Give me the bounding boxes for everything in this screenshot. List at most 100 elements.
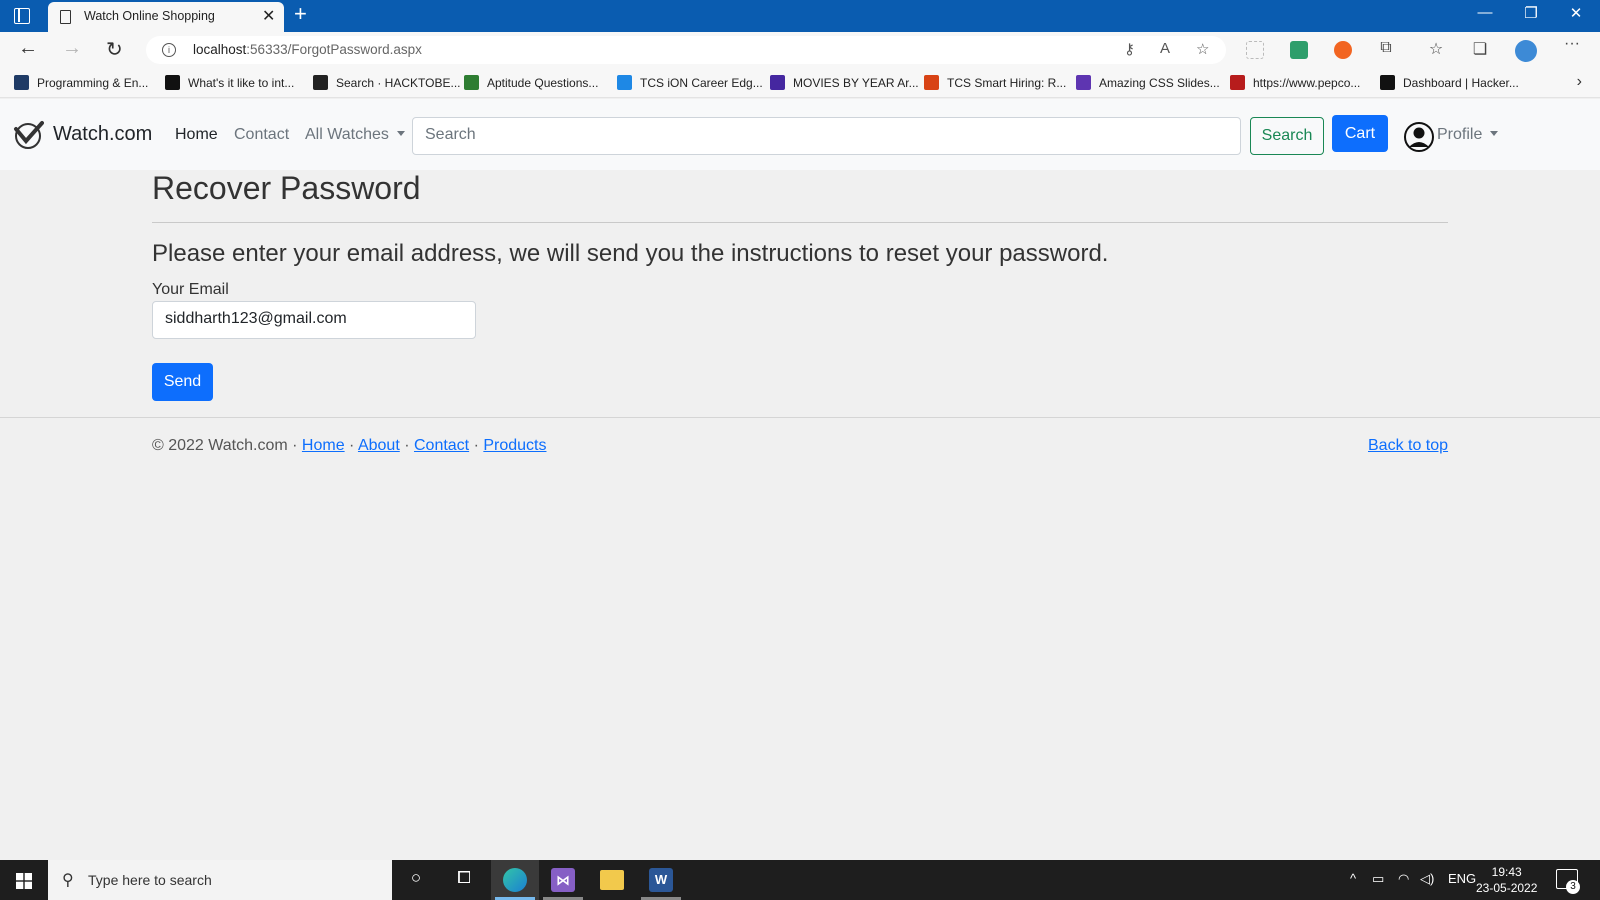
footer-contact-link[interactable]: Contact — [414, 437, 469, 454]
clock[interactable]: 19:43 23-05-2022 — [1476, 864, 1537, 896]
divider — [152, 222, 1448, 223]
extensions-icon[interactable]: ⧉ — [1374, 39, 1398, 57]
orange-extension-icon[interactable] — [1334, 41, 1352, 59]
forward-icon[interactable]: → — [62, 37, 82, 60]
bookmark-item[interactable]: What's it like to int... — [165, 75, 294, 90]
footer-divider — [0, 417, 1600, 418]
file-explorer-icon[interactable] — [600, 870, 624, 890]
visual-studio-icon[interactable]: ⋈ — [551, 868, 575, 892]
bookmark-programming-icon — [14, 75, 29, 90]
tab-title: Watch Online Shopping — [84, 9, 215, 23]
footer: © 2022 Watch.com · Home · About · Contac… — [152, 437, 547, 454]
extension-icon[interactable] — [1246, 41, 1264, 59]
browser-tab[interactable]: Watch Online Shopping ✕ — [48, 2, 284, 32]
bookmark-item[interactable]: Programming & En... — [14, 75, 148, 90]
bookmarks-bar: Programming & En... What's it like to int… — [0, 68, 1600, 98]
sheets-extension-icon[interactable] — [1290, 41, 1308, 59]
back-icon[interactable]: ← — [18, 37, 38, 60]
refresh-icon[interactable]: ↻ — [106, 37, 123, 62]
bookmark-label: What's it like to int... — [188, 75, 295, 90]
bookmark-item[interactable]: TCS iON Career Edg... — [617, 75, 763, 90]
back-to-top-link[interactable]: Back to top — [1368, 437, 1448, 455]
show-hidden-icons-icon[interactable]: ^ — [1350, 871, 1356, 886]
bookmark-item[interactable]: https://www.pepco... — [1230, 75, 1360, 90]
bookmark-label: TCS Smart Hiring: R... — [947, 75, 1067, 90]
email-label: Your Email — [152, 281, 229, 298]
medium-icon — [770, 75, 785, 90]
collections-icon[interactable]: ❏ — [1468, 39, 1492, 59]
edge-icon — [503, 868, 527, 892]
address-bar[interactable]: i localhost:56333/ForgotPassword.aspx ⚷ … — [146, 36, 1226, 64]
restore-icon[interactable]: ❐ — [1511, 4, 1551, 22]
tcs-ion-icon — [617, 75, 632, 90]
tab-actions-icon[interactable] — [14, 8, 30, 24]
user-profile-icon[interactable] — [1403, 121, 1435, 153]
chevron-down-icon — [1490, 131, 1499, 136]
wifi-icon[interactable]: ◠ — [1398, 871, 1409, 887]
bookmark-item[interactable]: TCS Smart Hiring: R... — [924, 75, 1066, 90]
page-icon — [60, 10, 71, 24]
codepen-icon — [1076, 75, 1091, 90]
hackerrank-icon — [1380, 75, 1395, 90]
task-view-icon[interactable]: ⧠ — [452, 868, 476, 892]
page-title: Recover Password — [152, 170, 421, 206]
bookmark-label: Dashboard | Hacker... — [1403, 75, 1519, 90]
bookmark-item[interactable]: Dashboard | Hacker... — [1380, 75, 1519, 90]
battery-icon[interactable]: ▭ — [1372, 871, 1384, 887]
new-tab-icon[interactable]: + — [294, 1, 307, 27]
cortana-icon[interactable]: ○ — [404, 868, 428, 892]
clock-date: 23-05-2022 — [1476, 881, 1538, 895]
minimize-icon[interactable]: — — [1465, 4, 1505, 21]
cart-button[interactable]: Cart — [1332, 115, 1388, 152]
search-button[interactable]: Search — [1250, 117, 1324, 155]
key-icon[interactable]: ⚷ — [1124, 40, 1135, 58]
url-text[interactable]: localhost:56333/ForgotPassword.aspx — [193, 42, 422, 57]
brand-name[interactable]: Watch.com — [53, 123, 152, 146]
nav-all-watches-dropdown[interactable]: All Watches — [305, 126, 405, 144]
bookmark-label: TCS iON Career Edg... — [640, 75, 763, 90]
nav-home-link[interactable]: Home — [175, 126, 218, 144]
aptitude-icon — [464, 75, 479, 90]
read-aloud-icon[interactable]: A — [1160, 40, 1170, 57]
tcs-icon — [924, 75, 939, 90]
more-bookmarks-icon[interactable]: › — [1577, 73, 1582, 91]
close-tab-icon[interactable]: ✕ — [262, 6, 275, 26]
profile-dropdown[interactable]: Profile — [1437, 126, 1499, 144]
close-window-icon[interactable]: ✕ — [1556, 4, 1596, 22]
taskbar-search[interactable]: ⚲ Type here to search — [48, 860, 392, 900]
volume-icon[interactable]: ◁) — [1420, 871, 1434, 887]
bookmark-item[interactable]: Search · HACKTOBE... — [313, 75, 460, 90]
amazon-icon — [165, 75, 180, 90]
search-icon: ⚲ — [62, 872, 74, 889]
bookmark-item[interactable]: Amazing CSS Slides... — [1076, 75, 1220, 90]
notification-count: 3 — [1566, 880, 1580, 894]
footer-products-link[interactable]: Products — [483, 437, 546, 454]
favorites-icon[interactable]: ☆ — [1424, 39, 1448, 59]
language-indicator[interactable]: ENG — [1448, 871, 1476, 886]
bookmark-label: Search · HACKTOBE... — [336, 75, 461, 90]
search-input[interactable]: Search — [412, 117, 1241, 155]
bookmark-label: https://www.pepco... — [1253, 75, 1361, 90]
profile-avatar-icon[interactable] — [1515, 40, 1537, 62]
windows-start-icon[interactable] — [16, 873, 32, 889]
taskbar-search-placeholder: Type here to search — [88, 872, 212, 888]
add-favorite-icon[interactable]: ☆ — [1196, 40, 1209, 58]
browser-title-bar: Watch Online Shopping ✕ + — ❐ ✕ — [0, 0, 1600, 32]
footer-home-link[interactable]: Home — [302, 437, 345, 454]
send-button[interactable]: Send — [152, 363, 213, 401]
nav-contact-link[interactable]: Contact — [234, 126, 289, 144]
browser-toolbar: ← → ↻ i localhost:56333/ForgotPassword.a… — [0, 32, 1600, 68]
bookmark-item[interactable]: Aptitude Questions... — [464, 75, 598, 90]
copyright-text: © 2022 Watch.com — [152, 437, 288, 454]
bookmark-item[interactable]: MOVIES BY YEAR Ar... — [770, 75, 919, 90]
bookmark-label: MOVIES BY YEAR Ar... — [793, 75, 919, 90]
email-field[interactable]: siddharth123@gmail.com — [152, 301, 476, 339]
footer-about-link[interactable]: About — [358, 437, 400, 454]
more-options-icon[interactable]: ··· — [1560, 35, 1584, 53]
watch-logo-icon[interactable] — [12, 119, 44, 151]
word-icon[interactable]: W — [649, 868, 673, 892]
pepcoding-icon — [1230, 75, 1245, 90]
site-info-icon[interactable]: i — [162, 43, 176, 57]
clock-time: 19:43 — [1491, 865, 1522, 879]
edge-taskbar-button[interactable] — [491, 860, 539, 900]
